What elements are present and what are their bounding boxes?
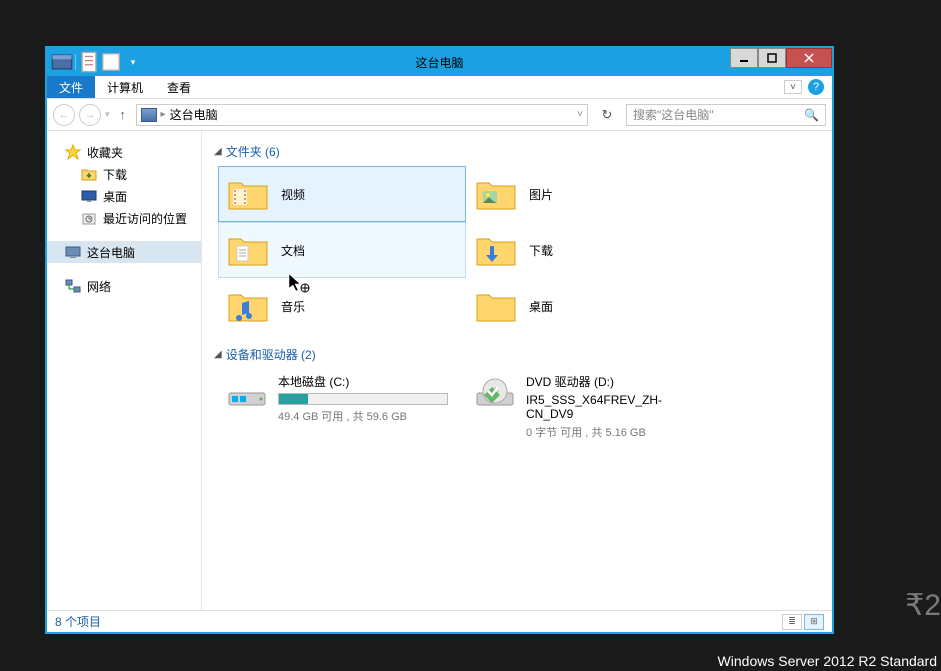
drive-sub: 0 字节 可用 , 共 5.16 GB [526, 424, 706, 440]
sidebar-label: 桌面 [103, 188, 127, 205]
search-placeholder: 搜索"这台电脑" [633, 106, 714, 123]
titlebar[interactable]: ▾ 这台电脑 [47, 48, 832, 76]
folder-label: 文档 [281, 242, 305, 259]
separator [75, 54, 76, 70]
tab-computer[interactable]: 计算机 [95, 76, 155, 98]
ribbon-tabs: 文件 计算机 查看 ˅ ? [47, 76, 832, 99]
folder-downloads[interactable]: 下载 [466, 222, 714, 278]
folder-pictures[interactable]: 图片 [466, 166, 714, 222]
item-count: 8 个项目 [55, 613, 101, 630]
sidebar-label: 最近访问的位置 [103, 210, 187, 227]
navigation-bar: ← → ▾ ↑ ▸ 这台电脑 ˅ ↻ 搜索"这台电脑" 🔍 [47, 99, 832, 131]
watermark-partial: ₹2 [905, 588, 941, 623]
folder-label: 桌面 [529, 298, 553, 315]
folder-documents[interactable]: 文档 [218, 222, 466, 278]
new-folder-icon[interactable] [100, 51, 122, 73]
network-icon [65, 278, 81, 294]
maximize-button[interactable] [758, 48, 786, 68]
sidebar-label: 网络 [87, 278, 111, 295]
window-controls [730, 48, 832, 68]
pictures-folder-icon [475, 175, 517, 213]
sidebar-downloads[interactable]: 下载 [47, 163, 201, 185]
window-title: 这台电脑 [415, 54, 463, 71]
music-folder-icon [227, 287, 269, 325]
drive-volume-label: IR5_SSS_X64FREV_ZH-CN_DV9 [526, 393, 706, 421]
history-dropdown-icon[interactable]: ▾ [105, 109, 110, 120]
computer-icon [141, 108, 157, 122]
chevron-right-icon[interactable]: ▸ [161, 109, 166, 120]
refresh-button[interactable]: ↻ [596, 104, 618, 126]
sidebar-desktop[interactable]: 桌面 [47, 185, 201, 207]
drive-usage-bar [278, 393, 448, 405]
drive-c[interactable]: 本地磁盘 (C:) 49.4 GB 可用 , 共 59.6 GB [218, 369, 466, 444]
sidebar-label: 这台电脑 [87, 244, 135, 261]
sidebar-favorites[interactable]: 收藏夹 [47, 141, 201, 163]
dvd-icon [474, 373, 516, 411]
search-icon[interactable]: 🔍 [804, 108, 819, 122]
up-button[interactable]: ↑ [114, 106, 132, 124]
sidebar-this-pc[interactable]: 这台电脑 [47, 241, 201, 263]
computer-icon [65, 244, 81, 260]
address-bar[interactable]: ▸ 这台电脑 ˅ [136, 104, 588, 126]
folder-label: 视频 [281, 186, 305, 203]
star-icon [65, 144, 81, 160]
drive-sub: 49.4 GB 可用 , 共 59.6 GB [278, 408, 458, 424]
drive-d[interactable]: DVD 驱动器 (D:) IR5_SSS_X64FREV_ZH-CN_DV9 0… [466, 369, 714, 444]
tab-view[interactable]: 查看 [155, 76, 203, 98]
drive-name: DVD 驱动器 (D:) [526, 373, 706, 390]
explorer-window: ▾ 这台电脑 文件 计算机 查看 ˅ ? ← → ▾ ↑ [45, 46, 834, 634]
quick-access-toolbar: ▾ [47, 51, 144, 73]
desktop-icon [81, 188, 97, 204]
address-dropdown-icon[interactable]: ˅ [577, 109, 583, 120]
close-button[interactable] [786, 48, 832, 68]
sidebar-network[interactable]: 网络 [47, 275, 201, 297]
recent-icon [81, 210, 97, 226]
qat-dropdown-icon[interactable]: ▾ [122, 51, 144, 73]
downloads-folder-icon [475, 231, 517, 269]
properties-icon[interactable] [78, 51, 100, 73]
desktop-folder-icon [475, 287, 517, 325]
folder-icon [81, 166, 97, 182]
content-pane[interactable]: ◢ 文件夹 (6) 视频 图片 文档 [202, 131, 832, 610]
view-tiles-button[interactable]: ⊞ [804, 614, 824, 630]
section-label: 文件夹 (6) [226, 143, 280, 160]
folder-label: 下载 [529, 242, 553, 259]
help-icon[interactable]: ? [808, 79, 824, 95]
section-drives[interactable]: ◢ 设备和驱动器 (2) [214, 346, 820, 363]
navigation-pane: 收藏夹 下载 桌面 最近访问的位置 [47, 131, 202, 610]
sidebar-label: 收藏夹 [87, 144, 123, 161]
minimize-button[interactable] [730, 48, 758, 68]
tab-file[interactable]: 文件 [47, 76, 95, 98]
address-location[interactable]: 这台电脑 [170, 106, 218, 123]
documents-folder-icon [227, 231, 269, 269]
section-label: 设备和驱动器 (2) [226, 346, 316, 363]
drive-name: 本地磁盘 (C:) [278, 373, 458, 390]
sidebar-label: 下载 [103, 166, 127, 183]
folder-videos[interactable]: 视频 [218, 166, 466, 222]
collapse-icon[interactable]: ◢ [214, 146, 222, 157]
hdd-icon [226, 373, 268, 411]
collapse-icon[interactable]: ◢ [214, 349, 222, 360]
folder-desktop[interactable]: 桌面 [466, 278, 714, 334]
view-details-button[interactable]: ≣ [782, 614, 802, 630]
section-folders[interactable]: ◢ 文件夹 (6) [214, 143, 820, 160]
videos-folder-icon [227, 175, 269, 213]
status-bar: 8 个项目 ≣ ⊞ [47, 610, 832, 632]
os-watermark: Windows Server 2012 R2 Standard [718, 653, 937, 669]
ribbon-expand-icon[interactable]: ˅ [784, 80, 802, 94]
folder-music[interactable]: 音乐 [218, 278, 466, 334]
folder-label: 音乐 [281, 298, 305, 315]
forward-button[interactable]: → [79, 104, 101, 126]
back-button[interactable]: ← [53, 104, 75, 126]
system-icon[interactable] [51, 51, 73, 73]
sidebar-recent[interactable]: 最近访问的位置 [47, 207, 201, 229]
search-input[interactable]: 搜索"这台电脑" 🔍 [626, 104, 826, 126]
folder-label: 图片 [529, 186, 553, 203]
